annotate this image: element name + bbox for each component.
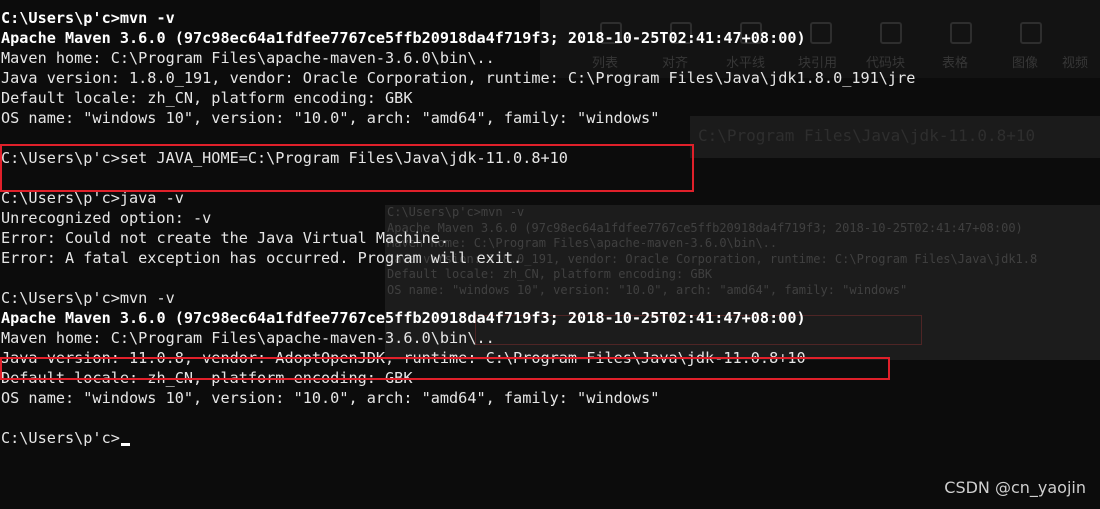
terminal-line: C:\Users\p'c>mvn -v — [1, 289, 175, 307]
terminal-line: Apache Maven 3.6.0 (97c98ec64a1fdfee7767… — [1, 309, 806, 327]
highlight-box-set-java-home — [0, 144, 694, 192]
text-cursor — [120, 443, 130, 446]
terminal-line: Default locale: zh_CN, platform encoding… — [1, 89, 413, 107]
terminal-prompt: C:\Users\p'c> — [1, 429, 120, 447]
terminal-line: Maven home: C:\Program Files\apache-mave… — [1, 49, 495, 67]
terminal-line: Error: Could not create the Java Virtual… — [1, 229, 450, 247]
terminal-line: Apache Maven 3.6.0 (97c98ec64a1fdfee7767… — [1, 29, 806, 47]
terminal-line: C:\Users\p'c>mvn -v — [1, 9, 175, 27]
highlight-box-java-version — [0, 357, 890, 380]
terminal-line: OS name: "windows 10", version: "10.0", … — [1, 109, 660, 127]
terminal-prompt-line[interactable]: C:\Users\p'c> — [0, 428, 1100, 448]
terminal-line: Java version: 1.8.0_191, vendor: Oracle … — [1, 69, 916, 87]
terminal-output[interactable]: C:\Users\p'c>mvn -v Apache Maven 3.6.0 (… — [0, 8, 1100, 448]
terminal-line: OS name: "windows 10", version: "10.0", … — [1, 389, 660, 407]
terminal-line: Error: A fatal exception has occurred. P… — [1, 249, 523, 267]
terminal-line: Unrecognized option: -v — [1, 209, 212, 227]
watermark: CSDN @cn_yaojin — [944, 478, 1086, 497]
terminal-line: Maven home: C:\Program Files\apache-mave… — [1, 329, 495, 347]
